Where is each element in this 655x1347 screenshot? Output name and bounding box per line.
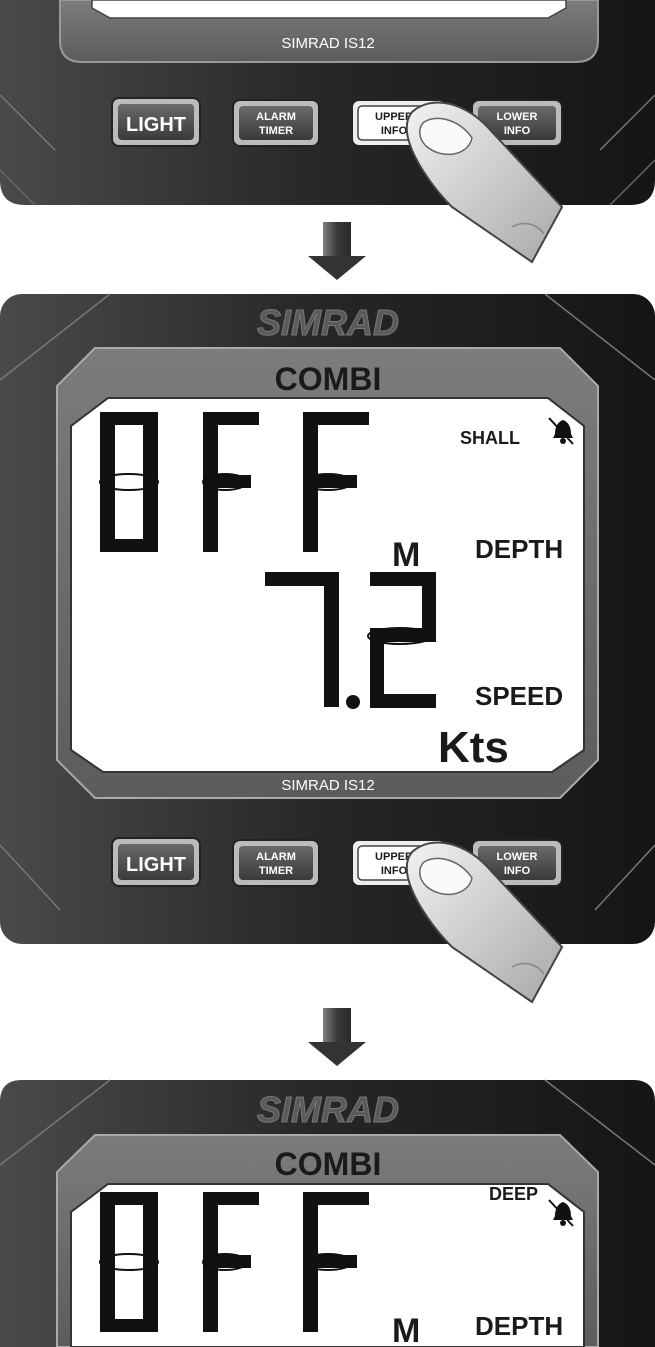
lower-unit: Kts [438, 723, 509, 772]
info-label-4: INFO [504, 865, 531, 877]
device-panel-2: SIMRAD COMBI SIMRAD IS12 SHALL M DEPTH S… [0, 293, 655, 1003]
alarm-label-2: ALARM [256, 851, 296, 863]
light-button-2[interactable]: LIGHT [111, 837, 201, 887]
light-button-label: LIGHT [126, 114, 186, 136]
upper-unit-2: M [392, 1312, 420, 1347]
info-label-3: INFO [381, 865, 408, 877]
down-arrow-icon-2 [308, 1008, 366, 1066]
down-arrow-icon [308, 222, 366, 280]
info-label-2: INFO [504, 125, 531, 137]
device-panel-3: SIMRAD COMBI DEEP M DEPTH [0, 1079, 655, 1347]
alarm-label: SHALL [460, 428, 520, 448]
alarm-label: ALARM [256, 111, 296, 123]
simrad-logo: SIMRAD [257, 302, 399, 343]
alarm-timer-button-2[interactable]: ALARM TIMER [232, 839, 320, 887]
upper-label-3: DEPTH [475, 1311, 563, 1341]
lower-label: LOWER [497, 111, 538, 123]
light-button-label: LIGHT [126, 854, 186, 876]
timer-label: TIMER [259, 125, 293, 137]
model-label: SIMRAD IS12 [281, 35, 374, 52]
screen-title: COMBI [275, 361, 382, 397]
alarm-label-3: DEEP [489, 1184, 538, 1204]
lower-label-2: LOWER [497, 851, 538, 863]
alarm-timer-button[interactable]: ALARM TIMER [232, 99, 320, 147]
model-label-2: SIMRAD IS12 [281, 777, 374, 794]
info-label: INFO [381, 125, 408, 137]
light-button[interactable]: LIGHT [111, 97, 201, 147]
screen-title-2: COMBI [275, 1146, 382, 1182]
simrad-logo-2: SIMRAD [257, 1089, 399, 1130]
lower-label: SPEED [475, 681, 563, 711]
upper-unit: M [392, 536, 420, 574]
upper-label: DEPTH [475, 534, 563, 564]
timer-label-2: TIMER [259, 865, 293, 877]
